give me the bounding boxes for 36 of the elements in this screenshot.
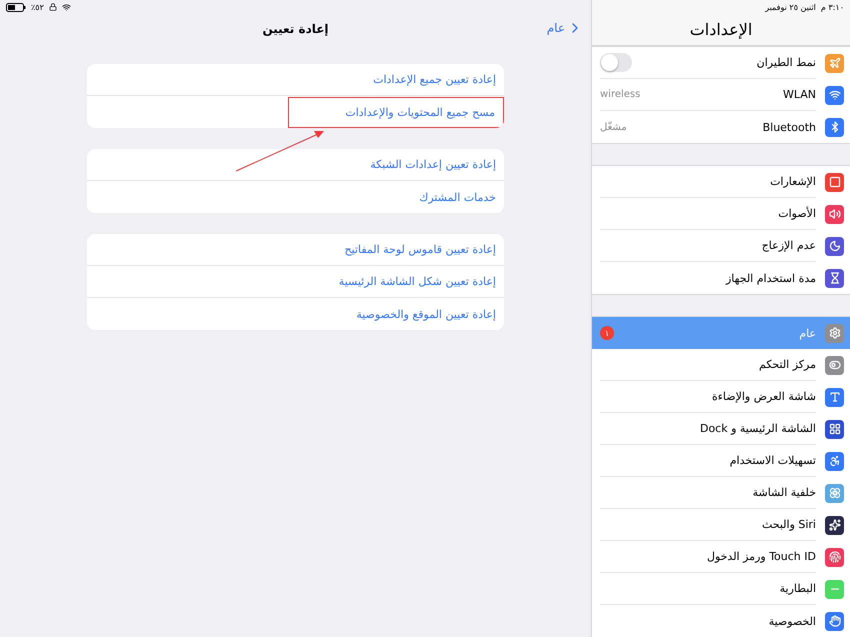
sidebar-item[interactable]: الأصوات [778, 207, 816, 220]
reset-option[interactable]: خدمات المشترك [419, 190, 496, 204]
page-title: إعادة تعيين [262, 22, 329, 36]
reset-option[interactable]: إعادة تعيين قاموس لوحة المفاتيح [344, 243, 496, 256]
reset-option[interactable]: إعادة تعيين إعدادات الشبكة [370, 158, 496, 171]
sidebar-item[interactable]: الشاشة الرئيسية و Dock [700, 422, 816, 435]
sidebar-item[interactable]: Siri والبحث [762, 518, 816, 531]
wifi-icon [62, 2, 71, 12]
status-date: اثنين ٢٥ نوفمبر [765, 2, 816, 12]
sidebar-item[interactable]: مركز التحكم [759, 358, 816, 371]
reset-option[interactable]: إعادة تعيين شكل الشاشة الرئيسية [338, 275, 496, 288]
sidebar-title: الإعدادات [690, 20, 752, 39]
lock-icon [48, 3, 57, 11]
sidebar-item[interactable]: الخصوصية [768, 614, 816, 628]
sidebar-item[interactable]: مدة استخدام الجهاز [726, 272, 816, 284]
sidebar-item[interactable]: الإشعارات [770, 175, 816, 188]
battery-percent: ٪٥٢ [31, 2, 44, 12]
reset-option[interactable]: إعادة تعيين الموقع والخصوصية [356, 308, 496, 320]
back-button[interactable]: عام [546, 20, 583, 36]
sidebar-item[interactable]: WLAN [782, 88, 816, 101]
notification-badge: ١ [600, 326, 614, 340]
sidebar-item[interactable]: تسهيلات الاستخدام [730, 454, 816, 467]
sidebar-item[interactable]: Touch ID ورمز الدخول [706, 550, 816, 563]
status-time: ٣:١٠ م [820, 2, 844, 12]
toggle-switch[interactable] [600, 53, 632, 72]
battery-icon [6, 2, 26, 12]
setting-value: wireless [600, 89, 640, 100]
sidebar-item[interactable]: نمط الطيران [756, 56, 816, 69]
sidebar-item[interactable]: شاشة العرض والإضاءة [712, 390, 816, 403]
sidebar-item[interactable]: عدم الإزعاج [762, 239, 816, 252]
setting-value: مشغّل [600, 122, 627, 132]
sidebar-item[interactable]: Bluetooth [762, 120, 816, 134]
reset-option[interactable]: مسح جميع المحتويات والإعدادات [288, 96, 504, 128]
sidebar-item[interactable]: البطارية [780, 582, 816, 595]
reset-option[interactable]: إعادة تعيين جميع الإعدادات [373, 73, 496, 86]
sidebar-item[interactable]: خلفية الشاشة [752, 486, 816, 499]
